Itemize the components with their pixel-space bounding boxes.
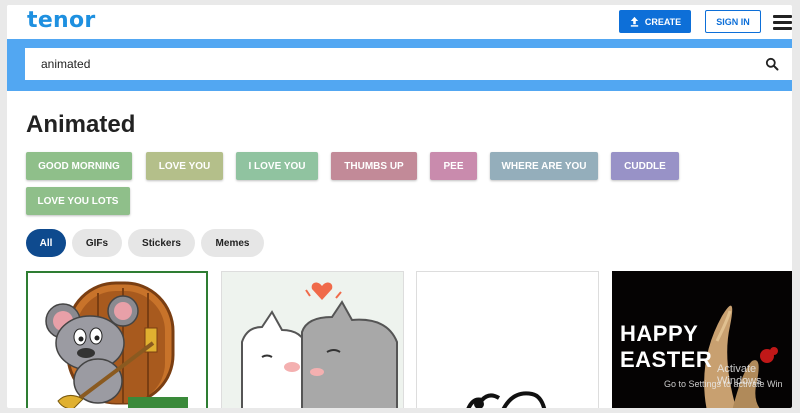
search-band: animated [7, 39, 792, 91]
tag-good-morning[interactable]: GOOD MORNING [26, 152, 132, 180]
browser-page: tenor CREATE SIGN IN animated Animated G… [7, 5, 792, 408]
upload-icon [630, 16, 638, 27]
result-card[interactable] [26, 271, 208, 408]
filter-memes[interactable]: Memes [201, 229, 264, 257]
sign-in-button[interactable]: SIGN IN [705, 10, 761, 33]
create-label: CREATE [644, 16, 682, 27]
search-input[interactable]: animated [25, 48, 792, 80]
tag-love-you-lots[interactable]: LOVE YOU LOTS [26, 187, 130, 215]
windows-watermark-subtitle: Go to Settings to activate Win [664, 379, 783, 389]
result-card[interactable] [221, 271, 404, 408]
tag-thumbs-up[interactable]: THUMBS UP [331, 152, 417, 180]
sticker-image [466, 391, 547, 408]
hamburger-menu-icon[interactable] [773, 15, 792, 30]
mouse-sticker-image [45, 281, 188, 408]
tag-love-you[interactable]: LOVE YOU [146, 152, 223, 180]
search-icon[interactable] [765, 57, 779, 71]
filter-all[interactable]: All [26, 229, 66, 257]
filter-stickers[interactable]: Stickers [128, 229, 195, 257]
tag-where-are-you[interactable]: WHERE ARE YOU [490, 152, 598, 180]
header: tenor CREATE SIGN IN [7, 5, 792, 41]
tag-pee[interactable]: PEE [430, 152, 477, 180]
result-card[interactable]: HAPPY EASTER Activate Windows Go to Sett… [612, 271, 792, 408]
create-button[interactable]: CREATE [619, 10, 691, 33]
result-card[interactable] [416, 271, 599, 408]
cats-sticker-image [241, 282, 398, 408]
page-title: Animated [26, 111, 136, 138]
tag-cuddle[interactable]: CUDDLE [611, 152, 679, 180]
tag-i-love-you[interactable]: I LOVE YOU [236, 152, 318, 180]
filter-gifs[interactable]: GIFs [72, 229, 122, 257]
search-query: animated [41, 57, 91, 71]
tenor-logo[interactable]: tenor [27, 8, 96, 33]
